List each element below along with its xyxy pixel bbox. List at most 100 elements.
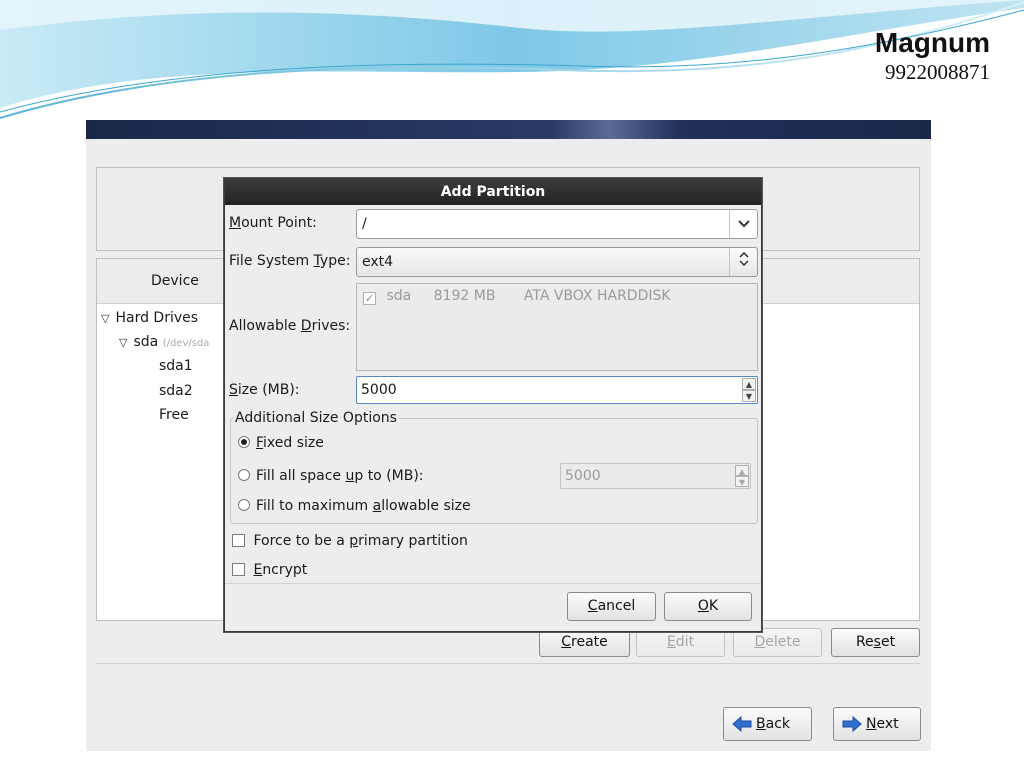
ok-button[interactable]: OK <box>664 592 752 621</box>
tree-item-label: Hard Drives <box>115 310 199 326</box>
cancel-label-mnemonic: C <box>587 598 598 614</box>
drive-name: sda <box>386 288 412 304</box>
add-partition-dialog: Add Partition Mount Point: / File System… <box>224 178 762 632</box>
checkbox[interactable] <box>232 563 245 576</box>
allowable-label-pre: Allowable <box>229 318 301 334</box>
fill-max-label-post: llowable size <box>381 498 471 514</box>
brand: Magnum 9922008871 <box>875 26 990 84</box>
installer-banner <box>86 120 931 139</box>
arrow-right-icon <box>842 716 862 732</box>
device-column-label: Device <box>151 273 199 289</box>
encrypt-checkbox[interactable]: Encrypt <box>232 562 307 578</box>
ok-label-post: K <box>708 598 719 614</box>
edit-button[interactable]: Edit <box>636 628 725 657</box>
fixed-label-post: ixed size <box>263 435 324 451</box>
back-button[interactable]: Back <box>723 707 812 741</box>
fill-max-label-pre: Fill to maximum <box>256 498 373 514</box>
primary-label-pre: Force to be a <box>253 533 350 549</box>
reset-button[interactable]: Reset <box>831 628 920 657</box>
reset-label-post: et <box>880 634 896 650</box>
radio-button[interactable] <box>238 499 250 511</box>
size-label-post: ize (MB): <box>237 382 300 398</box>
fill-upto-label-post: p to (MB): <box>354 468 424 484</box>
radio-button[interactable] <box>238 436 250 448</box>
back-label-mnemonic: B <box>756 716 766 732</box>
allowable-label-mnemonic: D <box>300 318 312 334</box>
allowable-drives-label: Allowable Drives: <box>229 318 350 334</box>
create-button[interactable]: Create <box>539 628 630 657</box>
fs-type-label: File System Type: <box>229 253 350 269</box>
tree-item-sda2[interactable]: sda2 <box>159 380 193 402</box>
spin-arrows-icon[interactable]: ▲ ▼ <box>735 465 749 487</box>
radio-button[interactable] <box>238 469 250 481</box>
encrypt-label-post: ncrypt <box>262 562 308 578</box>
mount-point-label-post: ount Point: <box>241 215 317 231</box>
drive-size: 8192 MB <box>433 288 496 304</box>
fill-upto-value: 5000 <box>565 468 601 484</box>
next-label-post: ext <box>876 716 899 732</box>
drive-checkbox: ✓ <box>363 292 376 305</box>
next-button[interactable]: Next <box>833 707 921 741</box>
tree-item-sda[interactable]: ▽ sda (/dev/sda <box>119 331 209 353</box>
updown-chevron-icon[interactable] <box>729 248 757 276</box>
fill-upto-label-pre: Fill all space <box>256 468 346 484</box>
cancel-label-post: ancel <box>597 598 636 614</box>
fill-max-label-mnemonic: a <box>372 498 382 514</box>
fill-upto-spinbox[interactable]: 5000 ▲ ▼ <box>560 463 751 489</box>
primary-label-mnemonic: p <box>349 533 359 549</box>
fs-type-label-pre: File System <box>229 253 314 269</box>
radio-fill-up-to[interactable]: Fill all space up to (MB): <box>238 468 424 484</box>
edit-label-post: dit <box>675 634 695 650</box>
create-label-post: reate <box>571 634 608 650</box>
expander-down-icon[interactable]: ▽ <box>119 332 127 354</box>
delete-label-mnemonic: D <box>754 634 766 650</box>
divider <box>96 663 920 664</box>
drive-row-sda: ✓ sda 8192 MB ATA VBOX HARDDISK <box>363 288 671 305</box>
back-label-post: ack <box>765 716 790 732</box>
mount-point-value: / <box>362 216 367 232</box>
fs-type-value: ext4 <box>362 254 394 270</box>
delete-button[interactable]: Delete <box>733 628 822 657</box>
tree-item-label: sda2 <box>159 383 193 399</box>
fs-type-select[interactable]: ext4 <box>356 247 758 277</box>
tree-item-path: (/dev/sda <box>162 338 210 349</box>
arrow-left-icon <box>732 716 752 732</box>
primary-label-post: rimary partition <box>358 533 468 549</box>
size-value: 5000 <box>361 382 397 398</box>
radio-fixed-size[interactable]: Fixed size <box>238 435 324 451</box>
size-label: Size (MB): <box>229 382 300 398</box>
next-label-mnemonic: N <box>866 716 877 732</box>
brand-name: Magnum <box>874 27 990 58</box>
tree-item-label: sda <box>133 334 159 350</box>
tree-item-hard-drives[interactable]: ▽ Hard Drives <box>101 307 198 329</box>
ok-label-mnemonic: O <box>697 598 709 614</box>
force-primary-checkbox[interactable]: Force to be a primary partition <box>232 533 468 549</box>
size-label-mnemonic: S <box>229 382 238 398</box>
mount-point-combo[interactable]: / <box>356 209 758 239</box>
mount-point-label: Mount Point: <box>229 215 317 231</box>
size-spinbox[interactable]: 5000 ▲ ▼ <box>356 376 758 404</box>
mount-point-label-mnemonic: M <box>229 215 242 231</box>
chevron-down-icon[interactable] <box>729 210 757 238</box>
reset-label-pre: Re <box>855 634 874 650</box>
expander-down-icon[interactable]: ▽ <box>101 308 109 330</box>
radio-fill-maximum[interactable]: Fill to maximum allowable size <box>238 498 471 514</box>
checkbox[interactable] <box>232 534 245 547</box>
allowable-drives-list: ✓ sda 8192 MB ATA VBOX HARDDISK <box>356 283 758 371</box>
edit-label-mnemonic: E <box>666 634 676 650</box>
tree-item-label: sda1 <box>159 358 193 374</box>
additional-size-options-label: Additional Size Options <box>233 410 399 426</box>
fs-type-label-post: ype: <box>319 253 351 269</box>
create-label-mnemonic: C <box>561 634 572 650</box>
dialog-title: Add Partition <box>225 179 761 205</box>
tree-item-sda1[interactable]: sda1 <box>159 355 193 377</box>
spin-arrows-icon[interactable]: ▲ ▼ <box>742 378 756 402</box>
dialog-divider <box>225 583 761 584</box>
encrypt-label-mnemonic: E <box>253 562 263 578</box>
drive-model: ATA VBOX HARDDISK <box>523 288 671 304</box>
reset-label-mnemonic: s <box>873 634 881 650</box>
tree-item-free[interactable]: Free <box>159 404 189 426</box>
cancel-button[interactable]: Cancel <box>567 592 656 621</box>
fixed-label-mnemonic: F <box>256 435 264 451</box>
brand-phone: 9922008871 <box>885 60 990 84</box>
